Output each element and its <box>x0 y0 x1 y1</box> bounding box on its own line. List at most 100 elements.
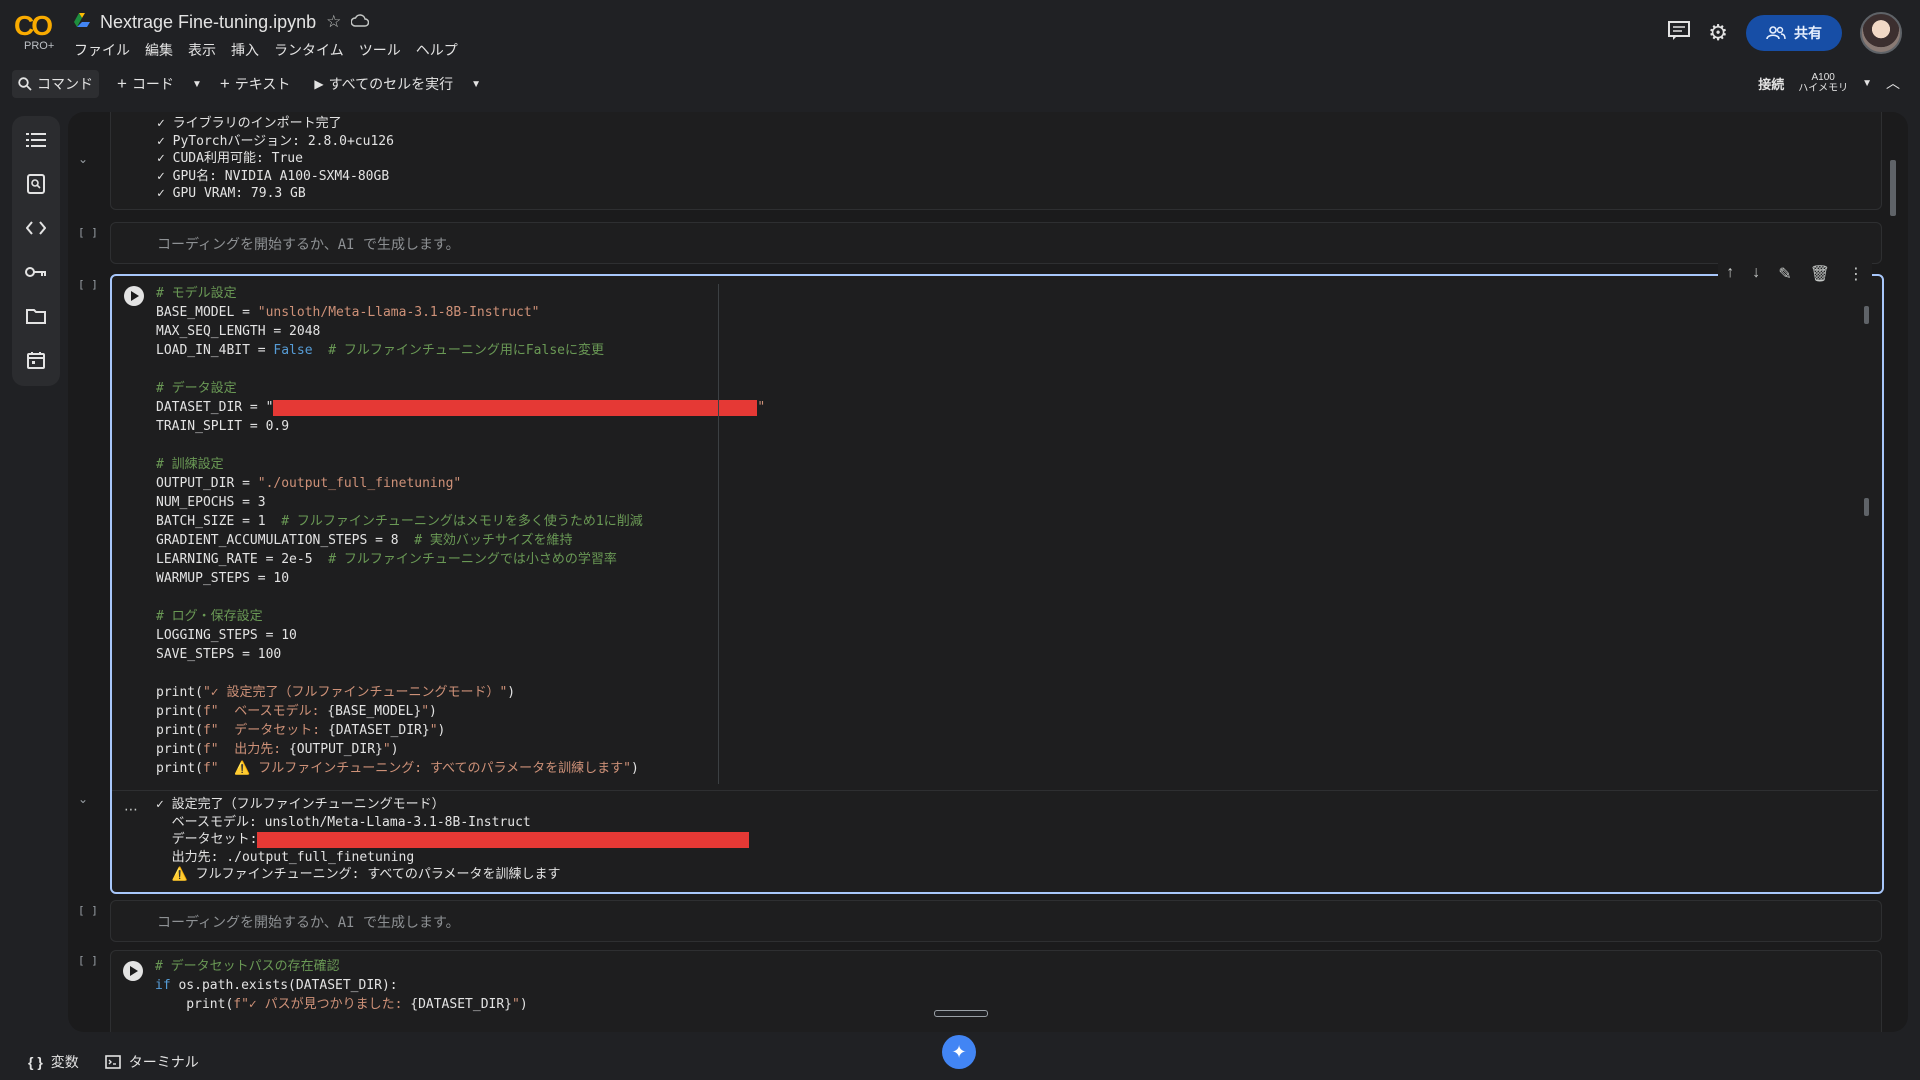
code-token: # ログ・保存設定 <box>156 609 263 624</box>
menu-tools[interactable]: ツール <box>359 40 401 60</box>
text-label: テキスト <box>234 76 291 92</box>
cell-bracket: [ ] <box>78 278 98 291</box>
code-line: LOAD_IN_4BIT = False # フルファインチューニング用にFal… <box>156 341 765 360</box>
edit-magic-icon[interactable]: ✎ <box>1778 264 1791 284</box>
menu-runtime[interactable]: ランタイム <box>274 40 344 60</box>
code-token: MAX_SEQ_LENGTH = 2048 <box>156 324 321 339</box>
collapse-output-chevron-icon[interactable]: ⌄ <box>78 792 88 806</box>
run-cell-button[interactable] <box>123 961 143 981</box>
code-line: DATASET_DIR = " " <box>156 398 765 417</box>
output-menu-icon[interactable]: ⋯ <box>124 801 138 818</box>
cloud-icon[interactable] <box>350 13 370 32</box>
chevron-down-icon[interactable]: ▼ <box>192 79 202 90</box>
delete-icon[interactable]: 🗑 <box>1810 264 1830 284</box>
avatar[interactable] <box>1860 12 1902 54</box>
share-button[interactable]: 共有 <box>1746 15 1842 51</box>
move-up-icon[interactable]: ↑ <box>1726 264 1734 284</box>
collapse-up-icon[interactable]: ︿ <box>1886 73 1900 93</box>
gemini-sparkle-icon[interactable]: ✦ <box>942 1035 976 1069</box>
code-line: OUTPUT_DIR = "./output_full_finetuning" <box>156 474 765 493</box>
code-token: f" 出力先: <box>202 742 289 757</box>
code-line: MAX_SEQ_LENGTH = 2048 <box>156 322 765 341</box>
code-token: # フルファインチューニング用にFalseに変更 <box>312 343 604 358</box>
cell-output: ✓ 設定完了（フルファインチューニングモード） ベースモデル: unsloth/… <box>156 796 750 884</box>
cell-bracket: [ ] <box>78 904 98 917</box>
ruler-line <box>718 284 719 784</box>
output-divider <box>112 790 1878 791</box>
key-icon[interactable] <box>24 260 48 284</box>
star-icon[interactable]: ☆ <box>326 12 341 32</box>
toolbar-right: 接続 A100 ハイメモリ ▼ ︿ <box>1758 72 1900 94</box>
code-token: os.path.exists(DATASET_DIR): <box>178 978 398 993</box>
people-icon <box>1766 26 1786 40</box>
variables-button[interactable]: { } 変数 <box>28 1052 79 1072</box>
output-line: ✓ PyTorchバージョン: 2.8.0+cu126 <box>157 133 394 149</box>
gear-icon[interactable]: ⚙ <box>1708 20 1728 46</box>
code-token: "unsloth/Meta-Llama-3.1-8B-Instruct" <box>257 305 540 320</box>
notebook-title[interactable]: Nextrage Fine-tuning.ipynb <box>100 12 316 33</box>
code-line: # データセットパスの存在確認 <box>155 957 528 976</box>
menu-insert[interactable]: 挿入 <box>231 40 259 60</box>
toolbar-left: コマンド + コード ▼ + テキスト ▶ すべてのセルを実行 ▼ <box>12 70 481 98</box>
variables-label: 変数 <box>50 1054 79 1070</box>
output-text: 出力先: ./output_full_finetuning <box>156 849 415 865</box>
colab-logo[interactable]: CO PRO+ <box>14 10 58 54</box>
chevron-down-icon[interactable]: ▼ <box>1862 78 1872 89</box>
find-icon[interactable] <box>24 172 48 196</box>
code-token: NUM_EPOCHS = 3 <box>156 495 266 510</box>
add-code-button[interactable]: + コード <box>111 70 180 98</box>
code-token: WARMUP_STEPS = 10 <box>156 571 290 586</box>
code-editor[interactable]: # データセットパスの存在確認 if os.path.exists(DATASET… <box>155 957 528 1014</box>
terminal-button[interactable]: ターミナル <box>104 1052 199 1072</box>
more-options-icon[interactable]: ⋮ <box>1848 264 1864 284</box>
output-text: ベースモデル: unsloth/Meta-Llama-3.1-8B-Instru… <box>156 814 531 830</box>
command-label: コマンド <box>37 76 93 92</box>
title-row: Nextrage Fine-tuning.ipynb ☆ <box>74 10 370 34</box>
empty-code-cell[interactable]: コーディングを開始するか、AI で生成します。 <box>110 900 1882 942</box>
panel-drag-handle[interactable] <box>934 1010 988 1017</box>
output-line: ベースモデル: unsloth/Meta-Llama-3.1-8B-Instru… <box>156 814 749 832</box>
menu-help[interactable]: ヘルプ <box>416 40 458 60</box>
menu-file[interactable]: ファイル <box>74 40 130 60</box>
menu-edit[interactable]: 編集 <box>145 40 173 60</box>
code-token: # フルファインチューニングはメモリを多く使うため1に削減 <box>281 514 643 529</box>
move-down-icon[interactable]: ↓ <box>1752 264 1760 284</box>
plus-icon: + <box>117 74 127 93</box>
collapse-output-chevron-icon[interactable]: ⌄ <box>78 152 88 166</box>
comment-icon[interactable] <box>1668 20 1691 46</box>
add-text-button[interactable]: + テキスト <box>214 70 297 98</box>
active-code-cell[interactable]: ↑ ↓ ✎ 🗑 ⋮ # モデル設定 BASE_MODEL = "unsloth/M… <box>110 260 1884 894</box>
code-token: " <box>421 704 430 719</box>
code-token: False <box>273 343 313 358</box>
code-token: print( <box>156 742 203 757</box>
code-editor[interactable]: # モデル設定 BASE_MODEL = "unsloth/Meta-Llama-… <box>156 284 765 778</box>
run-all-button[interactable]: ▶ すべてのセルを実行 <box>308 70 459 98</box>
code-token: if <box>155 978 179 993</box>
folder-icon[interactable] <box>24 304 48 328</box>
connect-button[interactable]: 接続 <box>1758 74 1784 93</box>
chevron-down-icon[interactable]: ▼ <box>471 79 481 90</box>
output-text: ✓ 設定完了（フルファインチューニングモード） <box>156 797 445 812</box>
calendar-icon[interactable] <box>24 348 48 372</box>
runtime-indicator[interactable]: A100 ハイメモリ <box>1798 72 1848 94</box>
code-token: print( <box>156 704 203 719</box>
run-cell-button[interactable] <box>124 286 144 306</box>
command-button[interactable]: コマンド <box>12 70 99 98</box>
menu-view[interactable]: 表示 <box>188 40 216 60</box>
code-cell-dataset-check[interactable]: # データセットパスの存在確認 if os.path.exists(DATASET… <box>110 950 1882 1032</box>
empty-cell-placeholder[interactable]: コーディングを開始するか、AI で生成します。 <box>157 912 460 932</box>
editor-scroll-marker[interactable] <box>1864 306 1869 324</box>
empty-cell-placeholder[interactable]: コーディングを開始するか、AI で生成します。 <box>157 234 460 254</box>
code-line: # データ設定 <box>156 379 765 398</box>
run-all-label: すべてのセルを実行 <box>328 76 454 92</box>
code-token: LEARNING_RATE = 2e-5 <box>156 552 329 567</box>
code-snippets-icon[interactable] <box>24 216 48 240</box>
code-token: ) <box>437 723 446 738</box>
empty-code-cell[interactable]: コーディングを開始するか、AI で生成します。 <box>110 222 1882 264</box>
code-token: GRADIENT_ACCUMULATION_STEPS = 8 <box>156 533 415 548</box>
code-line: WARMUP_STEPS = 10 <box>156 569 765 588</box>
toc-icon[interactable] <box>24 128 48 152</box>
notebook-scrollbar[interactable] <box>1890 160 1896 216</box>
editor-scroll-marker[interactable] <box>1864 498 1869 516</box>
